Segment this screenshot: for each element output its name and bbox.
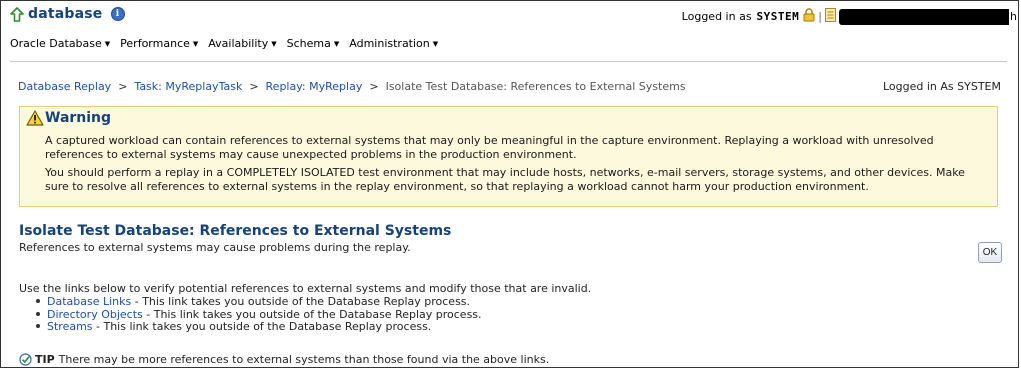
bullet bbox=[36, 311, 40, 316]
tip-label: TIP bbox=[35, 353, 55, 366]
header-divider bbox=[10, 61, 1007, 62]
page-header: database i Oracle Database ▼ Performance ▼… bbox=[10, 4, 1017, 56]
menu-label: Administration bbox=[349, 37, 430, 50]
streams-link[interactable]: Streams bbox=[47, 320, 93, 333]
login-label: Logged in as bbox=[681, 10, 752, 23]
directory-objects-link[interactable]: Directory Objects bbox=[47, 308, 143, 321]
warning-paragraph: A captured workload can contain referenc… bbox=[45, 134, 934, 161]
login-user: SYSTEM bbox=[756, 10, 800, 23]
checkmark-icon bbox=[19, 353, 32, 366]
warning-title: Warning bbox=[45, 110, 112, 126]
separator: | bbox=[818, 10, 823, 23]
breadcrumb-separator: > bbox=[249, 80, 259, 93]
caret-down-icon: ▼ bbox=[104, 40, 111, 48]
page-subtitle: References to external systems may cause… bbox=[19, 241, 411, 254]
menu-schema[interactable]: Schema ▼ bbox=[287, 37, 340, 50]
caret-down-icon: ▼ bbox=[271, 40, 277, 48]
redacted-block bbox=[839, 8, 1010, 25]
logged-in-as: Logged in As SYSTEM bbox=[883, 80, 1001, 93]
link-note: - This link takes you outside of the Dat… bbox=[142, 307, 482, 321]
breadcrumb-replay[interactable]: Replay: MyReplay bbox=[266, 80, 363, 93]
instructions-text: Use the links below to verify potential … bbox=[19, 282, 592, 295]
redacted-tail: h bbox=[1010, 10, 1017, 23]
database-links-link[interactable]: Database Links bbox=[47, 295, 131, 308]
caret-down-icon: ▼ bbox=[192, 40, 199, 48]
caret-down-icon: ▼ bbox=[432, 40, 439, 48]
breadcrumb-separator: > bbox=[118, 80, 128, 93]
menu-administration[interactable]: Administration ▼ bbox=[349, 37, 438, 50]
tip-note: TIP There may be more references to exte… bbox=[19, 353, 549, 366]
warning-paragraph: You should perform a replay in a COMPLET… bbox=[45, 166, 965, 193]
external-references-list: Database Links - This link takes you out… bbox=[36, 295, 482, 334]
menu-label: Oracle Database bbox=[10, 37, 102, 50]
brand: database i bbox=[10, 6, 125, 22]
link-note: - This link takes you outside of the Dat… bbox=[131, 295, 471, 308]
warning-header: Warning bbox=[26, 110, 111, 126]
lock-icon[interactable] bbox=[803, 8, 815, 25]
home-icon[interactable] bbox=[10, 6, 24, 22]
bullet bbox=[36, 299, 40, 303]
app-title[interactable]: database bbox=[28, 6, 103, 22]
info-icon[interactable]: i bbox=[110, 7, 125, 21]
caret-down-icon: ▼ bbox=[333, 40, 340, 48]
menu-availability[interactable]: Availability ▼ bbox=[208, 37, 276, 50]
document-icon[interactable] bbox=[825, 8, 837, 25]
ok-button[interactable]: OK bbox=[978, 242, 1002, 263]
page-title: Isolate Test Database: References to Ext… bbox=[19, 223, 452, 239]
bullet bbox=[36, 324, 40, 328]
breadcrumb-database-replay[interactable]: Database Replay bbox=[18, 80, 111, 93]
menu-label: Schema bbox=[286, 37, 331, 50]
link-note: - This link takes you outside of the Dat… bbox=[92, 320, 432, 333]
warning-icon bbox=[26, 110, 44, 126]
breadcrumb-current: Isolate Test Database: References to Ext… bbox=[385, 80, 686, 93]
menu-label: Availability bbox=[208, 37, 269, 50]
menu-oracle-database[interactable]: Oracle Database ▼ bbox=[10, 37, 110, 50]
tip-text: There may be more references to external… bbox=[58, 353, 550, 366]
list-item: Streams - This link takes you outside of… bbox=[36, 320, 482, 334]
breadcrumb: Database Replay > Task: MyReplayTask > R… bbox=[18, 80, 686, 93]
menu-performance[interactable]: Performance ▼ bbox=[120, 37, 198, 50]
menu-label: Performance bbox=[120, 37, 190, 50]
login-status: Logged in as SYSTEM | h bbox=[682, 8, 1017, 25]
main-menu: Oracle Database ▼ Performance ▼ Availabili… bbox=[10, 37, 438, 50]
warning-box: Warning A captured workload can contain … bbox=[19, 106, 998, 207]
breadcrumb-separator: > bbox=[369, 80, 379, 93]
breadcrumb-task[interactable]: Task: MyReplayTask bbox=[134, 80, 242, 93]
